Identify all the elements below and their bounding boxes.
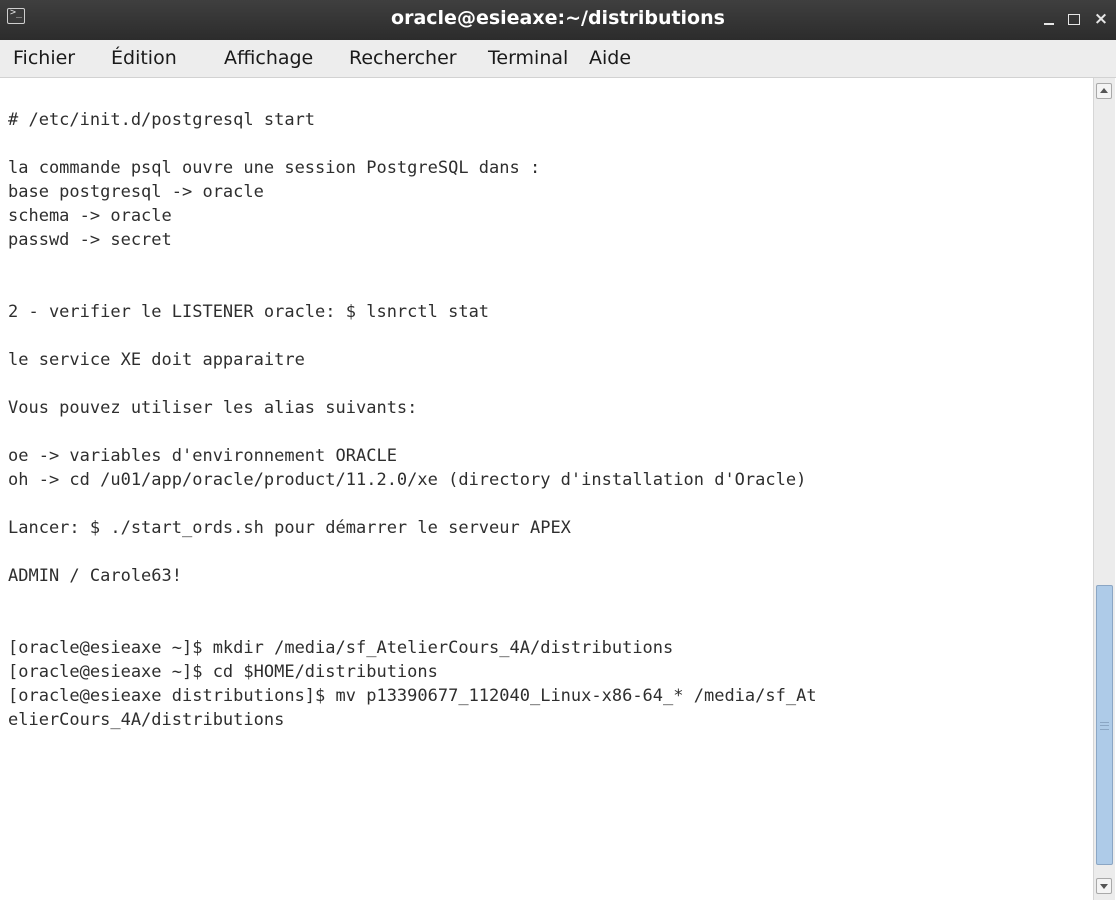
terminal-output[interactable]: # /etc/init.d/postgresql start la comman… bbox=[8, 108, 817, 732]
grip-icon bbox=[1100, 722, 1109, 730]
close-button[interactable]: × bbox=[1088, 6, 1114, 32]
menu-rechercher[interactable]: Rechercher bbox=[349, 40, 457, 77]
menu-fichier[interactable]: Fichier bbox=[13, 40, 75, 77]
minimize-button[interactable] bbox=[1036, 6, 1062, 32]
scroll-up-arrow-icon[interactable] bbox=[1096, 83, 1112, 99]
scroll-down-arrow-icon[interactable] bbox=[1096, 878, 1112, 894]
menu-edition[interactable]: Édition bbox=[111, 40, 177, 77]
window-title: oracle@esieaxe:~/distributions bbox=[391, 7, 725, 29]
terminal-window: oracle@esieaxe:~/distributions × Fichier… bbox=[0, 0, 1116, 900]
vertical-scrollbar[interactable] bbox=[1093, 78, 1115, 900]
menu-affichage[interactable]: Affichage bbox=[224, 40, 313, 77]
menu-terminal[interactable]: Terminal bbox=[488, 40, 568, 77]
maximize-button[interactable] bbox=[1061, 6, 1087, 32]
scrollbar-thumb[interactable] bbox=[1096, 585, 1113, 865]
terminal-area[interactable]: # /etc/init.d/postgresql start la comman… bbox=[0, 78, 1093, 900]
menu-aide[interactable]: Aide bbox=[589, 40, 631, 77]
title-bar[interactable]: oracle@esieaxe:~/distributions × bbox=[0, 0, 1116, 40]
menu-bar: Fichier Édition Affichage Rechercher Ter… bbox=[0, 40, 1116, 78]
